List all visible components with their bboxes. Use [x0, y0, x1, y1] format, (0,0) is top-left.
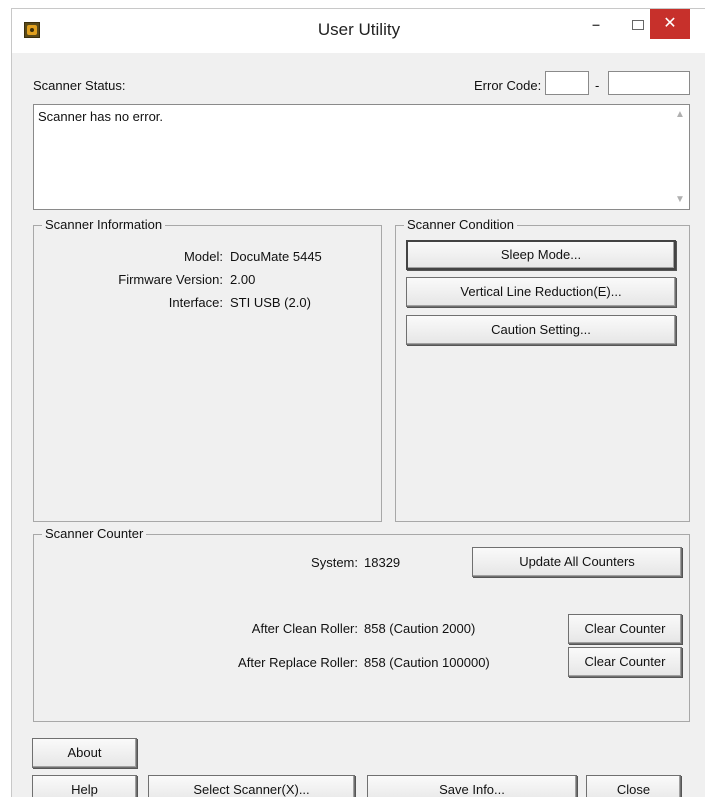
- update-all-counters-button[interactable]: Update All Counters: [472, 547, 682, 577]
- clean-roller-value: 858 (Caution 2000): [364, 621, 476, 636]
- status-message: Scanner has no error.: [38, 109, 164, 124]
- clean-roller-label: After Clean Roller:: [251, 621, 358, 636]
- about-button[interactable]: About: [32, 738, 137, 768]
- scanner-counter-title: Scanner Counter: [42, 526, 147, 541]
- interface-label: Interface:: [168, 295, 223, 310]
- status-message-box[interactable]: Scanner has no error. ▲ ▼: [33, 104, 690, 210]
- user-utility-window: User Utility – ✕ Scanner Status: Error C…: [11, 8, 705, 797]
- caution-setting-button[interactable]: Caution Setting...: [406, 315, 676, 345]
- scanner-status-label: Scanner Status:: [33, 78, 126, 93]
- error-code-field-2: [608, 71, 690, 95]
- error-code-label: Error Code:: [474, 78, 542, 93]
- close-button[interactable]: Close: [586, 775, 681, 797]
- status-scrollbar[interactable]: ▲ ▼: [672, 105, 689, 209]
- firmware-label: Firmware Version:: [118, 272, 223, 287]
- replace-roller-value: 858 (Caution 100000): [364, 655, 490, 670]
- scanner-condition-title: Scanner Condition: [404, 217, 517, 232]
- minimize-button[interactable]: –: [572, 9, 620, 39]
- error-code-separator: -: [595, 78, 600, 93]
- error-code-field-1: [545, 71, 589, 95]
- firmware-value: 2.00: [230, 272, 256, 287]
- clear-clean-roller-counter-button[interactable]: Clear Counter: [568, 614, 682, 644]
- select-scanner-button[interactable]: Select Scanner(X)...: [148, 775, 355, 797]
- scanner-counter-group: Scanner Counter System: 18329 Update All…: [33, 526, 690, 722]
- maximize-icon: [632, 20, 644, 31]
- model-label: Model:: [183, 249, 223, 264]
- scroll-down-icon[interactable]: ▼: [675, 194, 685, 205]
- close-window-button[interactable]: ✕: [650, 9, 690, 39]
- system-counter-value: 18329: [364, 555, 401, 570]
- scroll-up-icon[interactable]: ▲: [675, 109, 685, 120]
- scanner-condition-group: Scanner Condition Sleep Mode... Vertical…: [395, 217, 690, 522]
- title-bar[interactable]: User Utility – ✕: [12, 9, 705, 53]
- scanner-information-title: Scanner Information: [42, 217, 166, 232]
- scanner-information-group: Scanner Information Model: DocuMate 5445…: [33, 217, 382, 522]
- sleep-mode-button[interactable]: Sleep Mode...: [406, 240, 676, 270]
- vertical-line-reduction-button[interactable]: Vertical Line Reduction(E)...: [406, 277, 676, 307]
- model-value: DocuMate 5445: [230, 249, 322, 264]
- interface-value: STI USB (2.0): [230, 295, 311, 310]
- system-counter-label: System:: [311, 555, 358, 570]
- save-info-button[interactable]: Save Info...: [367, 775, 577, 797]
- help-button[interactable]: Help: [32, 775, 137, 797]
- clear-replace-roller-counter-button[interactable]: Clear Counter: [568, 647, 682, 677]
- replace-roller-label: After Replace Roller:: [238, 655, 358, 670]
